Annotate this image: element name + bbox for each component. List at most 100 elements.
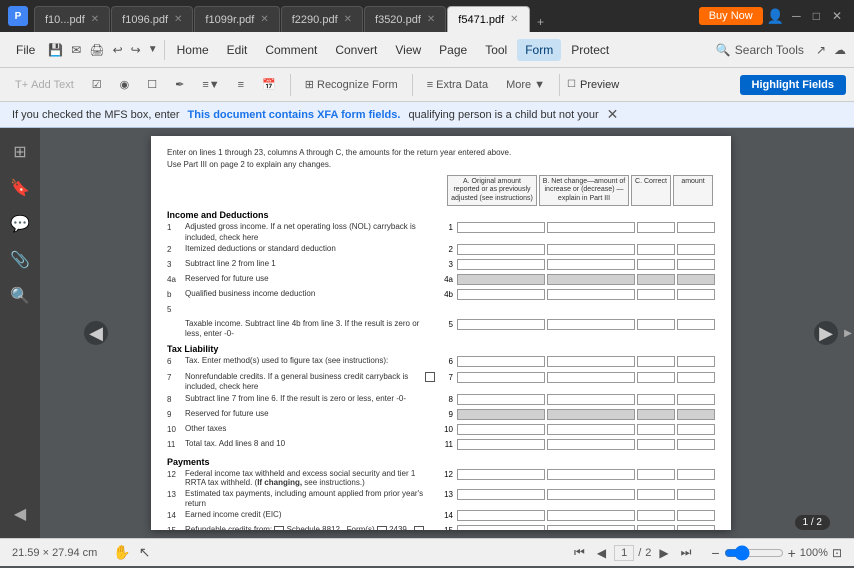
dropdown-icon[interactable]: ▼	[146, 42, 160, 57]
row13-amount[interactable]	[677, 489, 715, 500]
save-icon[interactable]: 💾	[45, 41, 66, 59]
sidebar-collapse-button[interactable]: ◀	[8, 498, 32, 530]
close-tab-icon[interactable]: ✕	[427, 14, 435, 25]
menu-edit[interactable]: Edit	[219, 39, 256, 61]
sidebar-thumbnail-icon[interactable]: ⊞	[7, 136, 32, 168]
pdf-nav-left-button[interactable]: ◀	[84, 321, 108, 345]
row4a-col-b[interactable]	[547, 274, 635, 285]
date-button[interactable]: 📅	[255, 74, 283, 95]
search-tools-label[interactable]: Search Tools	[735, 43, 804, 57]
row3-col-c[interactable]	[637, 259, 675, 270]
nav-next-button[interactable]: ▶	[655, 544, 672, 562]
row3-amount[interactable]	[677, 259, 715, 270]
menu-tool[interactable]: Tool	[477, 39, 515, 61]
current-page-input[interactable]: 1	[614, 545, 634, 561]
row12-amount[interactable]	[677, 469, 715, 480]
add-tab-button[interactable]: +	[531, 12, 551, 32]
row14-col-b[interactable]	[547, 510, 635, 521]
cursor-tool-icon[interactable]: ↖	[139, 544, 151, 561]
row15-col-b[interactable]	[547, 525, 635, 530]
row12-col-a[interactable]	[457, 469, 545, 480]
radio-button[interactable]: ◉	[113, 74, 137, 95]
row5-col-a[interactable]	[457, 319, 545, 330]
row2-col-a[interactable]	[457, 244, 545, 255]
menu-page[interactable]: Page	[431, 39, 475, 61]
row2-col-c[interactable]	[637, 244, 675, 255]
sidebar-bookmark-icon[interactable]: 🔖	[4, 172, 36, 204]
row2-amount[interactable]	[677, 244, 715, 255]
row1-col-c[interactable]	[637, 222, 675, 233]
row15-col-a[interactable]	[457, 525, 545, 530]
row12-col-c[interactable]	[637, 469, 675, 480]
row11-col-b[interactable]	[547, 439, 635, 450]
extra-data-button[interactable]: ≡ Extra Data	[420, 75, 495, 95]
row11-amount[interactable]	[677, 439, 715, 450]
print-icon[interactable]: 🖨	[86, 41, 107, 59]
close-tab-icon[interactable]: ✕	[260, 14, 268, 25]
tab-f1096pdf[interactable]: f1096.pdf ✕	[111, 6, 193, 32]
row4b-col-b[interactable]	[547, 289, 635, 300]
row4b-amount[interactable]	[677, 289, 715, 300]
preview-checkbox[interactable]: ☐	[567, 79, 576, 90]
menu-file[interactable]: File	[8, 39, 43, 61]
close-tab-icon[interactable]: ✕	[91, 14, 99, 25]
notification-close-button[interactable]: ✕	[607, 106, 619, 123]
row9-col-b[interactable]	[547, 409, 635, 420]
row1-amount[interactable]	[677, 222, 715, 233]
row8-col-b[interactable]	[547, 394, 635, 405]
tab-f1099rpdf[interactable]: f1099r.pdf ✕	[194, 6, 279, 32]
signature-button[interactable]: ✒	[168, 74, 191, 95]
row5-col-c[interactable]	[637, 319, 675, 330]
row8-col-a[interactable]	[457, 394, 545, 405]
tab-f5471pdf[interactable]: f5471.pdf ✕	[447, 6, 529, 32]
row5-amount[interactable]	[677, 319, 715, 330]
row10-col-b[interactable]	[547, 424, 635, 435]
nav-prev-button[interactable]: ◀	[593, 544, 610, 562]
row11-col-a[interactable]	[457, 439, 545, 450]
menu-protect[interactable]: Protect	[563, 39, 617, 61]
menu-view[interactable]: View	[387, 39, 429, 61]
row3-col-a[interactable]	[457, 259, 545, 270]
menu-convert[interactable]: Convert	[327, 39, 385, 61]
row3-col-b[interactable]	[547, 259, 635, 270]
row13-col-c[interactable]	[637, 489, 675, 500]
row12-col-b[interactable]	[547, 469, 635, 480]
row9-amount[interactable]	[677, 409, 715, 420]
tab-f10pdf[interactable]: f10...pdf ✕	[34, 6, 110, 32]
nav-last-button[interactable]: ⏭	[677, 543, 696, 562]
menu-home[interactable]: Home	[169, 39, 217, 61]
zoom-in-button[interactable]: +	[788, 545, 796, 561]
right-sidebar[interactable]: ▶	[842, 128, 854, 538]
row10-col-c[interactable]	[637, 424, 675, 435]
highlight-fields-button[interactable]: Highlight Fields	[740, 75, 847, 95]
zoom-slider[interactable]	[724, 545, 784, 561]
row6-amount[interactable]	[677, 356, 715, 367]
sidebar-search-icon[interactable]: 🔍	[4, 280, 36, 312]
share-icon[interactable]: ↗	[816, 43, 826, 57]
close-tab-icon[interactable]: ✕	[344, 14, 352, 25]
row4a-col-c[interactable]	[637, 274, 675, 285]
recognize-form-button[interactable]: ⊞ Recognize Form	[298, 74, 405, 95]
close-tab-icon[interactable]: ✕	[510, 14, 518, 25]
row15-amount[interactable]	[677, 525, 715, 530]
row9-col-a[interactable]	[457, 409, 545, 420]
nav-first-button[interactable]: ⏮	[570, 543, 589, 562]
close-tab-icon[interactable]: ✕	[174, 14, 182, 25]
sidebar-comment-icon[interactable]: 💬	[4, 208, 36, 240]
row10-amount[interactable]	[677, 424, 715, 435]
form-field-button[interactable]: ☑	[85, 74, 109, 95]
row14-amount[interactable]	[677, 510, 715, 521]
cloud-icon[interactable]: ☁	[834, 43, 846, 57]
pdf-nav-right-button[interactable]: ▶	[814, 321, 838, 345]
row9-col-c[interactable]	[637, 409, 675, 420]
zoom-out-button[interactable]: −	[711, 545, 719, 561]
row8-col-c[interactable]	[637, 394, 675, 405]
row13-col-a[interactable]	[457, 489, 545, 500]
hand-tool-icon[interactable]: ✋	[113, 544, 130, 561]
row14-col-c[interactable]	[637, 510, 675, 521]
row6-col-a[interactable]	[457, 356, 545, 367]
row7-col-b[interactable]	[547, 372, 635, 383]
row1-col-b[interactable]	[547, 222, 635, 233]
email-icon[interactable]: ✉	[68, 41, 84, 59]
menu-comment[interactable]: Comment	[257, 39, 325, 61]
